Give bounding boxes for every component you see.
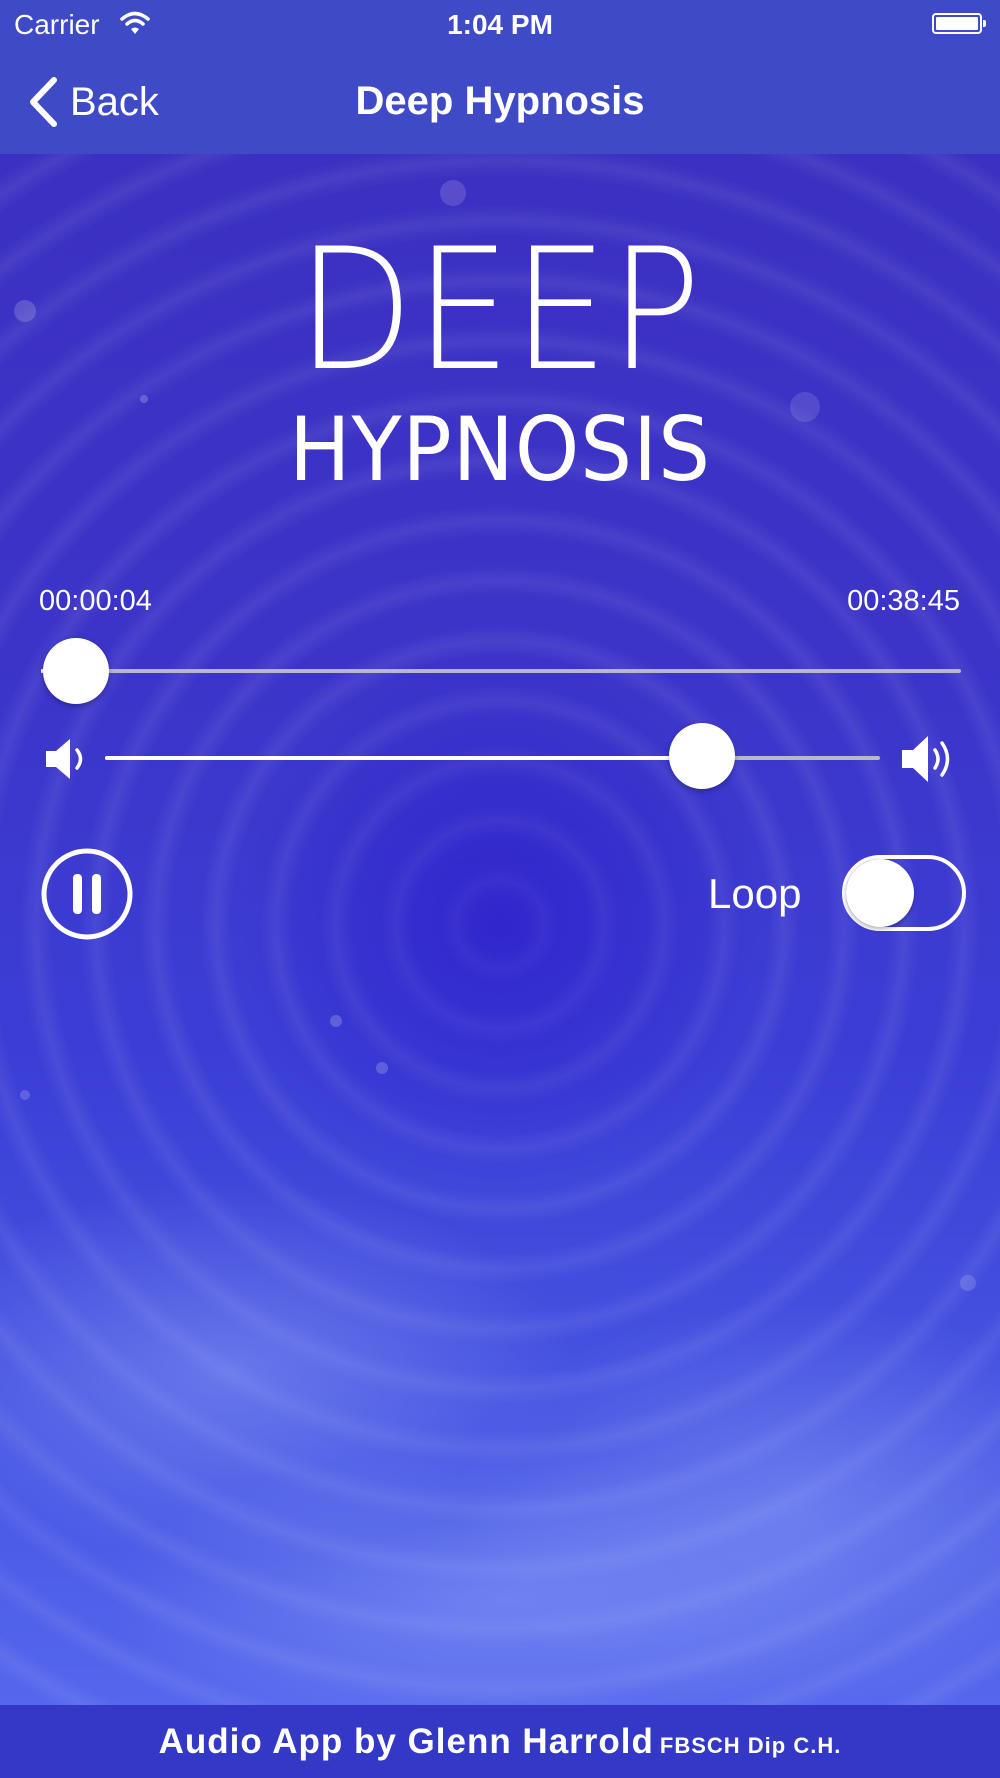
navigation-bar: Back Deep Hypnosis	[0, 50, 1000, 154]
footer-text: Audio App by Glenn Harrold	[158, 1722, 654, 1761]
footer-credentials: FBSCH Dip C.H.	[659, 1733, 842, 1758]
elapsed-time: 00:00:04	[39, 585, 152, 617]
progress-thumb[interactable]	[42, 638, 109, 704]
battery-icon	[932, 13, 986, 34]
progress-slider[interactable]	[41, 669, 961, 673]
status-time: 1:04 PM	[447, 9, 553, 40]
total-duration: 00:38:45	[847, 585, 960, 617]
volume-fill	[105, 756, 702, 760]
speaker-low-icon	[46, 739, 83, 779]
logo-line-hypnosis: HYPNOSIS	[288, 398, 711, 501]
pause-icon	[73, 874, 101, 914]
logo-line-deep: DEEP	[297, 212, 703, 408]
footer-credit: Audio App by Glenn Harrold FBSCH Dip C.H.	[0, 1705, 1000, 1778]
volume-slider[interactable]	[105, 756, 880, 760]
volume-thumb[interactable]	[668, 723, 735, 789]
speaker-high-icon	[902, 736, 950, 782]
loop-toggle[interactable]	[842, 855, 966, 931]
toggle-knob	[846, 859, 914, 927]
player-screen: Carrier 1:04 PM Back Deep Hypnosis DEEP …	[0, 0, 1000, 1778]
status-bar: Carrier 1:04 PM	[0, 0, 1000, 50]
pause-button[interactable]	[40, 847, 134, 941]
loop-label: Loop	[708, 870, 802, 917]
page-title: Deep Hypnosis	[355, 79, 645, 123]
